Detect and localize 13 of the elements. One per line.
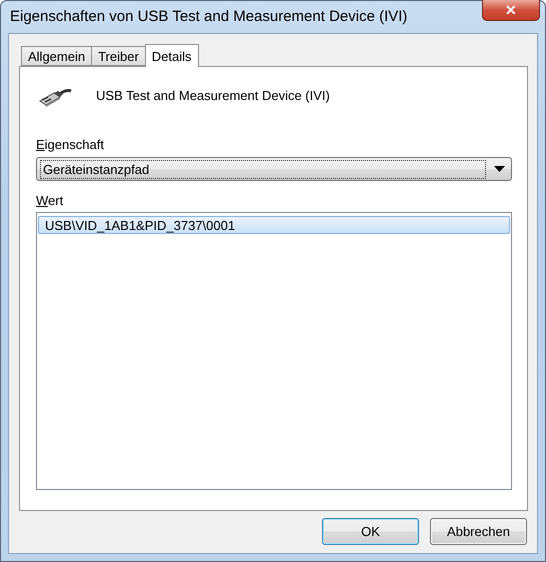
window-title: Eigenschaften von USB Test and Measurement Device (IVI) [9, 8, 408, 24]
dialog-button[interactable]: Abbrechen [430, 518, 527, 545]
property-label: Eigenschaft [36, 137, 104, 152]
tab[interactable]: Allgemein [21, 46, 92, 66]
close-button[interactable]: ✕ [482, 0, 540, 21]
tab[interactable]: Details [144, 44, 199, 67]
dialog-button[interactable]: OK [322, 518, 419, 545]
dropdown-arrow-icon [494, 166, 505, 172]
value-label: Wert [36, 193, 64, 208]
property-dropdown[interactable]: Geräteinstanzpfad [36, 157, 512, 181]
list-item[interactable]: USB\VID_1AB1&PID_3737\0001 [38, 216, 510, 234]
device-name: USB Test and Measurement Device (IVI) [96, 88, 330, 105]
tab[interactable]: Treiber [91, 46, 146, 66]
